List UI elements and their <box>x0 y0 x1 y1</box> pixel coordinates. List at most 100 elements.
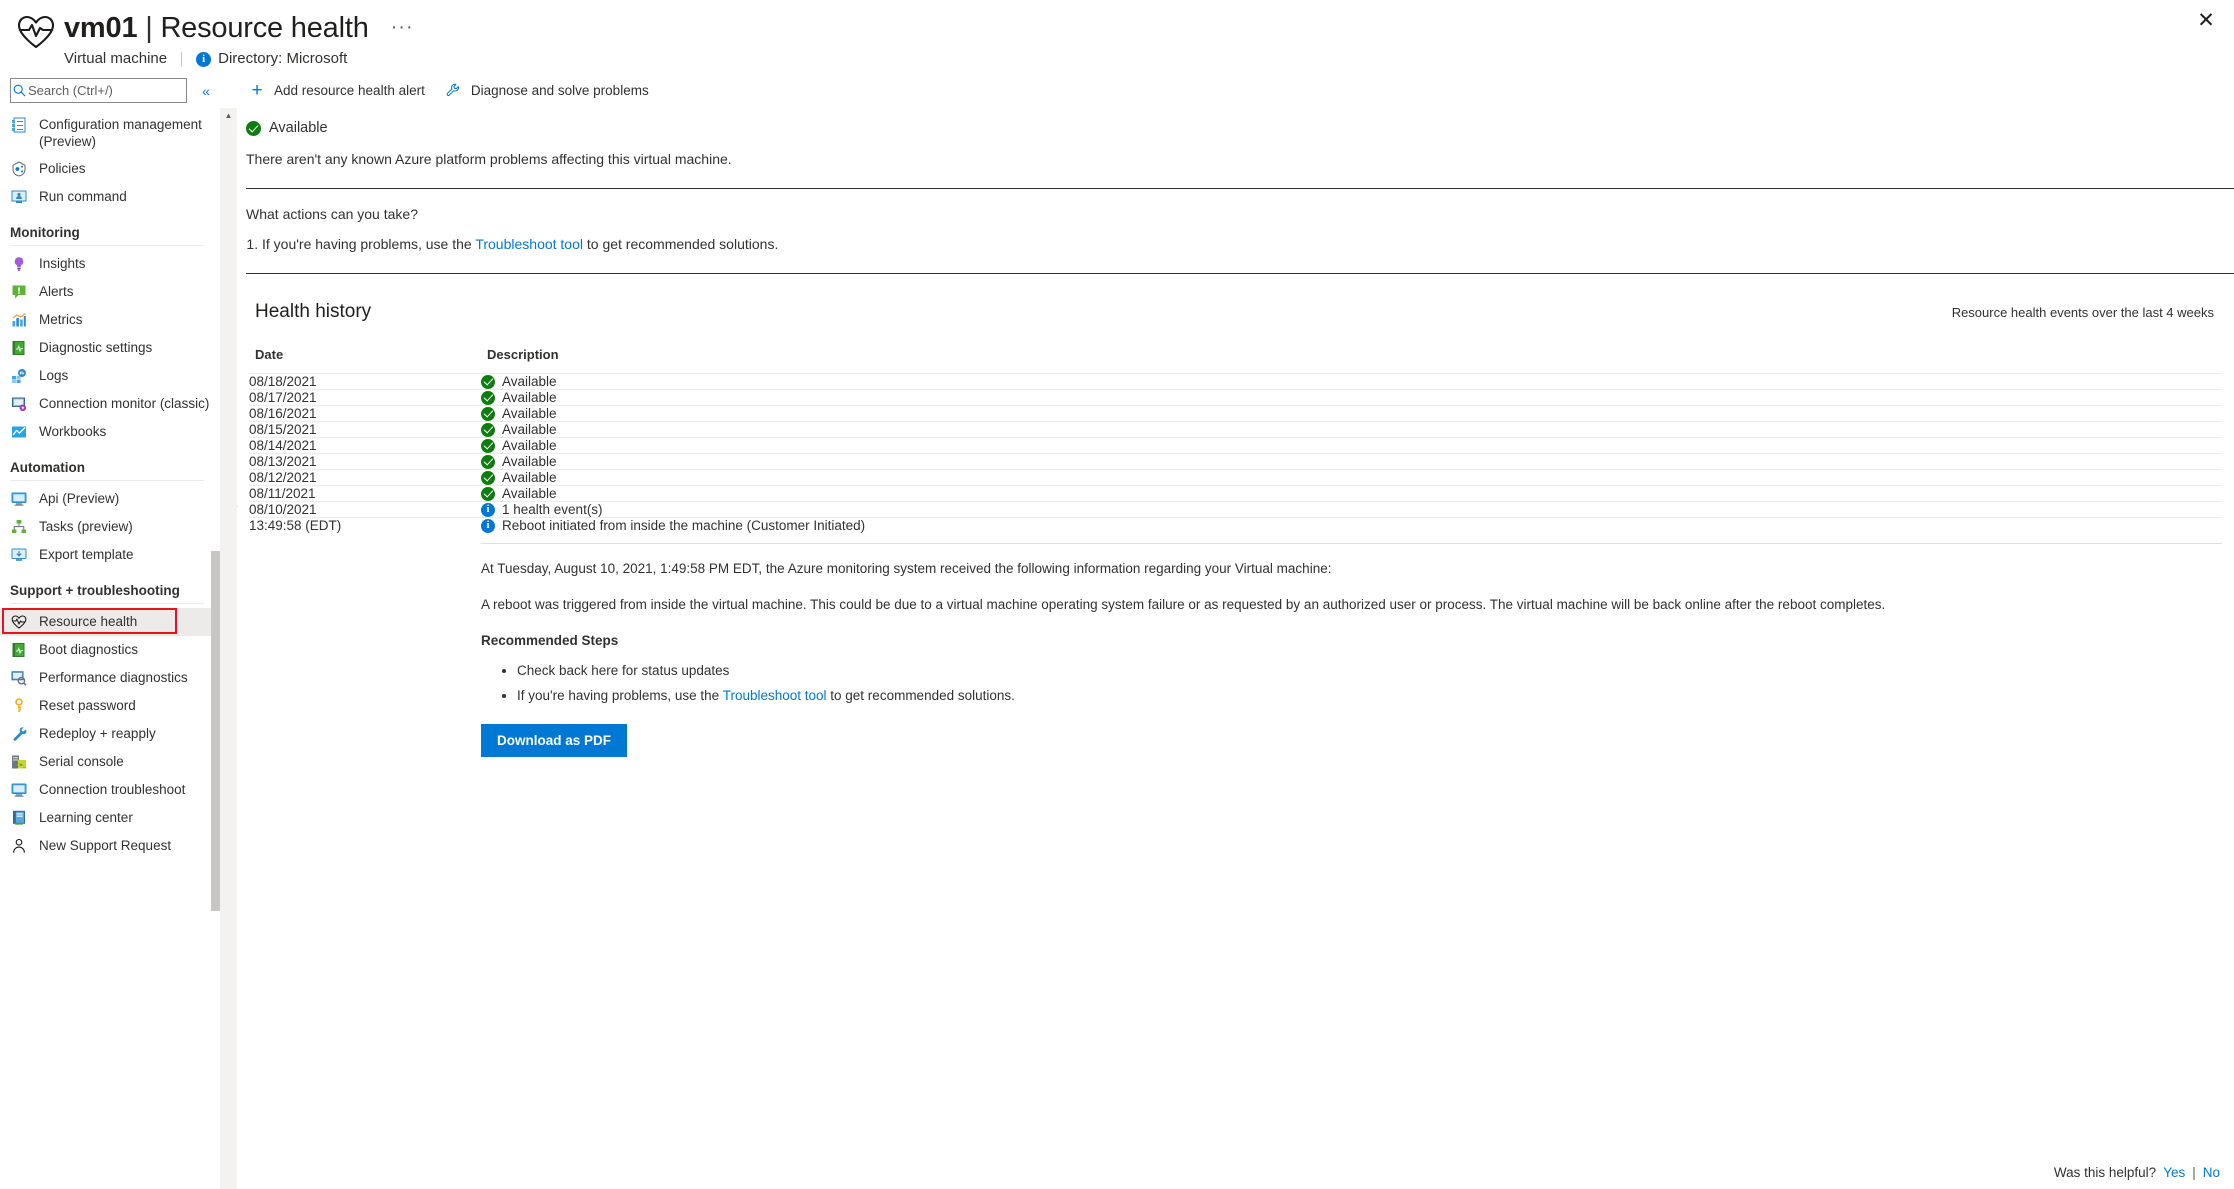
status-block: Available There aren't any known Azure p… <box>243 108 2234 189</box>
actions-question: What actions can you take? <box>246 206 418 222</box>
health-history-body: 08/18/2021 Available 08/17/2021 Available 08… <box>237 373 2222 757</box>
table-row[interactable]: 08/16/2021 Available <box>249 405 2222 422</box>
info-icon: i <box>481 518 495 533</box>
chevron-down-icon[interactable] <box>237 502 243 517</box>
add-resource-health-alert-button[interactable]: + Add resource health alert <box>238 75 435 105</box>
sidebar-item-label: Boot diagnostics <box>39 642 139 657</box>
scroll-up-icon[interactable]: ▲ <box>220 111 237 121</box>
sidebar-scrollbar[interactable] <box>207 111 220 1189</box>
sidebar-item-label: Performance diagnostics <box>39 670 188 685</box>
resource-type-label: Virtual machine <box>64 50 168 67</box>
more-options-button[interactable]: ··· <box>391 17 414 37</box>
health-history-card: Health history Resource health events ov… <box>237 292 2234 757</box>
was-this-helpful-bar: Was this helpful? Yes | No <box>2054 1158 2226 1189</box>
plus-icon: + <box>251 79 263 101</box>
cell-description: Available <box>481 421 2222 438</box>
search-box[interactable] <box>10 78 206 103</box>
troubleshoot-tool-link[interactable]: Troubleshoot tool <box>475 236 583 252</box>
sidebar-item-resource-health[interactable]: Resource health <box>0 608 220 636</box>
sidebar-scroll-region: Change trackingConfiguration management … <box>0 111 220 1189</box>
api-icon <box>10 490 27 507</box>
cell-description: Available <box>481 485 2222 502</box>
sidebar-item-learning-center[interactable]: Learning center <box>0 804 220 832</box>
sidebar-group-monitoring: Monitoring <box>10 225 80 240</box>
sidebar-item-new-support-request[interactable]: New Support Request <box>0 832 220 860</box>
actions-list: If you're having problems, use the Troub… <box>246 234 2234 254</box>
sidebar-item-diagnostic-settings[interactable]: Diagnostic settings <box>0 334 220 362</box>
blade-subtitle: Virtual machine i Directory: Microsoft <box>64 50 414 68</box>
sidebar-item-serial-console[interactable]: >_ Serial console <box>0 748 220 776</box>
check-circle-icon <box>481 374 495 389</box>
table-row[interactable]: 08/12/2021 Available <box>249 469 2222 486</box>
column-header-date: Date <box>255 347 284 362</box>
sidebar-item-label: Metrics <box>39 312 83 327</box>
table-row[interactable]: 08/15/2021 Available <box>249 421 2222 438</box>
close-icon[interactable]: ✕ <box>2192 6 2220 34</box>
sidebar-item-redeploy-reapply[interactable]: Redeploy + reapply <box>0 720 220 748</box>
table-row-expandable[interactable]: 08/10/2021 i 1 health event(s) <box>237 501 2222 518</box>
sidebar-item-api-preview[interactable]: Api (Preview) <box>0 485 220 513</box>
sidebar-item-connection-monitor-classic[interactable]: Connection monitor (classic) <box>0 390 220 418</box>
cell-description: Available <box>481 373 2222 390</box>
check-circle-icon <box>246 120 261 136</box>
row-status-text: Available <box>502 486 557 501</box>
sidebar-item-alerts[interactable]: Alerts <box>0 278 220 306</box>
sidebar-item-export-template[interactable]: Export template <box>0 541 220 569</box>
wrench-icon <box>445 81 463 99</box>
table-row[interactable]: 08/17/2021 Available <box>249 389 2222 406</box>
sidebar-item-metrics[interactable]: Metrics <box>0 306 220 334</box>
sidebar-item-configuration-management-preview[interactable]: Configuration management (Preview) <box>0 111 220 155</box>
sidebar-item-connection-troubleshoot[interactable]: Connection troubleshoot <box>0 776 220 804</box>
svg-text:>_: >_ <box>19 762 26 768</box>
cell-date: 08/17/2021 <box>249 389 481 406</box>
cell-date: 08/15/2021 <box>249 421 481 438</box>
insights-icon <box>10 255 27 272</box>
sidebar-item-tasks-preview[interactable]: Tasks (preview) <box>0 513 220 541</box>
sidebar-item-insights[interactable]: Insights <box>0 250 220 278</box>
connection-monitor-icon <box>10 395 27 412</box>
event-detail: i Reboot initiated from inside the machin… <box>481 517 2222 757</box>
table-row[interactable]: 08/14/2021 Available <box>249 437 2222 454</box>
event-title: Reboot initiated from inside the machine… <box>502 518 866 533</box>
diagnose-and-solve-problems-button[interactable]: Diagnose and solve problems <box>435 75 659 105</box>
row-status-text: Available <box>502 454 557 469</box>
table-row[interactable]: 08/11/2021 Available <box>249 485 2222 502</box>
recommended-steps-heading: Recommended Steps <box>481 633 619 648</box>
sidebar-item-workbooks[interactable]: Workbooks <box>0 418 220 446</box>
troubleshoot-tool-link[interactable]: Troubleshoot tool <box>723 688 827 703</box>
directory-label: Directory: Microsoft <box>218 50 348 67</box>
cell-description: Available <box>481 405 2222 422</box>
content-scrollbar[interactable]: ▲ <box>220 108 237 1189</box>
heartbeat-icon <box>16 10 60 54</box>
sidebar-scrollbar-thumb[interactable] <box>211 551 220 911</box>
cell-date[interactable]: 08/10/2021 <box>237 501 481 518</box>
event-paragraph-2: A reboot was triggered from inside the v… <box>481 597 1886 612</box>
sidebar-group-automation: Automation <box>10 460 85 475</box>
helpful-yes-link[interactable]: Yes <box>2163 1165 2185 1180</box>
action-suffix: to get recommended solutions. <box>583 236 779 252</box>
sidebar-item-performance-diagnostics[interactable]: Performance diagnostics <box>0 664 220 692</box>
actions-list-item: If you're having problems, use the Troub… <box>262 234 2234 254</box>
event-timestamp: 13:49:58 (EDT) <box>249 517 481 757</box>
cell-date: 08/18/2021 <box>249 373 481 390</box>
subtitle-divider <box>181 51 183 67</box>
sidebar-item-reset-password[interactable]: Reset password <box>0 692 220 720</box>
boot-diagnostics-icon <box>10 641 27 658</box>
table-header-row: Date Description <box>249 347 2222 374</box>
sidebar-item-label: Alerts <box>39 284 74 299</box>
sidebar-item-boot-diagnostics[interactable]: Boot diagnostics <box>0 636 220 664</box>
download-as-pdf-button[interactable]: Download as PDF <box>481 724 628 757</box>
cell-date: 08/16/2021 <box>249 405 481 422</box>
sidebar-item-run-command[interactable]: Run command <box>0 183 220 211</box>
table-row[interactable]: 08/18/2021 Available <box>249 373 2222 390</box>
check-circle-icon <box>481 406 495 421</box>
sidebar-item-logs[interactable]: Logs <box>0 362 220 390</box>
search-input[interactable] <box>26 83 206 98</box>
workbooks-icon <box>10 423 27 440</box>
serial-console-icon: >_ <box>10 753 27 770</box>
table-row[interactable]: 08/13/2021 Available <box>249 453 2222 470</box>
cell-description: Available <box>481 469 2222 486</box>
sidebar-item-policies[interactable]: Policies <box>0 155 220 183</box>
sidebar-item-label: Serial console <box>39 754 124 769</box>
helpful-no-link[interactable]: No <box>2203 1165 2220 1180</box>
